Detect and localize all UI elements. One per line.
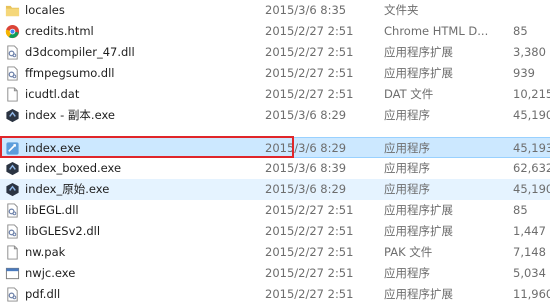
dll-icon: [5, 221, 21, 242]
app-icon: [5, 179, 21, 200]
file-row[interactable]: index - 副本.exe 2015/3/6 8:29 应用程序 45,190: [0, 105, 550, 126]
dll-icon: [5, 63, 21, 84]
file-row[interactable]: locales 2015/3/6 8:35 文件夹: [0, 0, 550, 21]
file-name: nw.pak: [25, 245, 66, 259]
file-date: 2015/3/6 8:29: [265, 141, 347, 155]
file-name: index_原始.exe: [25, 182, 110, 196]
file-type: 应用程序扩展: [384, 203, 453, 217]
file-size: 85: [513, 203, 528, 217]
file-type: Chrome HTML D...: [384, 24, 489, 38]
file-row[interactable]: credits.html 2015/2/27 2:51 Chrome HTML …: [0, 21, 550, 42]
file-date: 2015/3/6 8:39: [265, 161, 347, 175]
file-type: 应用程序: [384, 161, 430, 175]
file-type: 应用程序扩展: [384, 66, 453, 80]
file-size: 62,632: [513, 161, 550, 175]
file-type: 应用程序: [384, 182, 430, 196]
file-date: 2015/2/27 2:51: [265, 66, 354, 80]
file-size: 45,193: [513, 141, 550, 155]
file-date: 2015/2/27 2:51: [265, 203, 354, 217]
file-size: 5,034: [513, 266, 546, 280]
app-icon: [5, 105, 21, 126]
dll-icon: [5, 284, 21, 305]
file-row[interactable]: ffmpegsumo.dll 2015/2/27 2:51 应用程序扩展 939: [0, 63, 550, 84]
file-type: 应用程序: [384, 266, 430, 280]
file-name: d3dcompiler_47.dll: [25, 45, 135, 59]
file-size: 45,190: [513, 182, 550, 196]
file-row[interactable]: index_boxed.exe 2015/3/6 8:39 应用程序 62,63…: [0, 158, 550, 179]
file-date: 2015/2/27 2:51: [265, 224, 354, 238]
file-type: 应用程序扩展: [384, 287, 453, 301]
file-name: libEGL.dll: [25, 203, 79, 217]
file-size: 7,148: [513, 245, 546, 259]
file-row[interactable]: libEGL.dll 2015/2/27 2:51 应用程序扩展 85: [0, 200, 550, 221]
folder-icon: [5, 0, 21, 21]
file-row[interactable]: d3dcompiler_47.dll 2015/2/27 2:51 应用程序扩展…: [0, 42, 550, 63]
file-row[interactable]: icudtl.dat 2015/2/27 2:51 DAT 文件 10,215: [0, 84, 550, 105]
file-name: icudtl.dat: [25, 87, 80, 101]
file-name: credits.html: [25, 24, 94, 38]
file-date: 2015/3/6 8:35: [265, 3, 347, 17]
file-row[interactable]: pdf.dll 2015/2/27 2:51 应用程序扩展 11,960: [0, 284, 550, 305]
file-icon: [5, 84, 21, 105]
file-size: 11,960: [513, 287, 550, 301]
file-size: 10,215: [513, 87, 550, 101]
dll-icon: [5, 42, 21, 63]
file-type: 应用程序: [384, 108, 430, 122]
file-icon: [5, 242, 21, 263]
file-name: libGLESv2.dll: [25, 224, 101, 238]
file-row[interactable]: nw.pak 2015/2/27 2:51 PAK 文件 7,148: [0, 242, 550, 263]
file-type: 应用程序扩展: [384, 224, 453, 238]
file-name: ffmpegsumo.dll: [25, 66, 115, 80]
dll-icon: [5, 200, 21, 221]
file-size: 939: [513, 66, 535, 80]
file-size: 1,447: [513, 224, 546, 238]
chrome-icon: [5, 21, 21, 42]
file-type: DAT 文件: [384, 87, 434, 101]
file-date: 2015/2/27 2:51: [265, 87, 354, 101]
file-date: 2015/2/27 2:51: [265, 24, 354, 38]
file-row[interactable]: index_原始.exe 2015/3/6 8:29 应用程序 45,190: [0, 179, 550, 200]
file-name: index_boxed.exe: [25, 161, 122, 175]
file-size: 3,380: [513, 45, 546, 59]
file-name: locales: [25, 3, 65, 17]
file-type: 文件夹: [384, 3, 419, 17]
file-name: pdf.dll: [25, 287, 61, 301]
file-size: 45,190: [513, 108, 550, 122]
file-list: locales 2015/3/6 8:35 文件夹 credits.html 2…: [0, 0, 550, 307]
file-row-selected[interactable]: index.exe 2015/3/6 8:29 应用程序 45,193: [0, 137, 550, 158]
file-date: 2015/3/6 8:29: [265, 182, 347, 196]
file-name: index - 副本.exe: [25, 108, 115, 122]
file-size: 85: [513, 24, 528, 38]
app-selected-icon: [5, 138, 21, 159]
file-row[interactable]: nwjc.exe 2015/2/27 2:51 应用程序 5,034: [0, 263, 550, 284]
file-date: 2015/3/6 8:29: [265, 108, 347, 122]
file-type: 应用程序扩展: [384, 45, 453, 59]
app-icon: [5, 158, 21, 179]
window-app-icon: [5, 263, 21, 284]
file-date: 2015/2/27 2:51: [265, 266, 354, 280]
file-name: nwjc.exe: [25, 266, 76, 280]
file-date: 2015/2/27 2:51: [265, 287, 354, 301]
file-name: index.exe: [25, 141, 81, 155]
file-type: PAK 文件: [384, 245, 433, 259]
file-date: 2015/2/27 2:51: [265, 45, 354, 59]
file-date: 2015/2/27 2:51: [265, 245, 354, 259]
file-row[interactable]: libGLESv2.dll 2015/2/27 2:51 应用程序扩展 1,44…: [0, 221, 550, 242]
file-type: 应用程序: [384, 141, 430, 155]
